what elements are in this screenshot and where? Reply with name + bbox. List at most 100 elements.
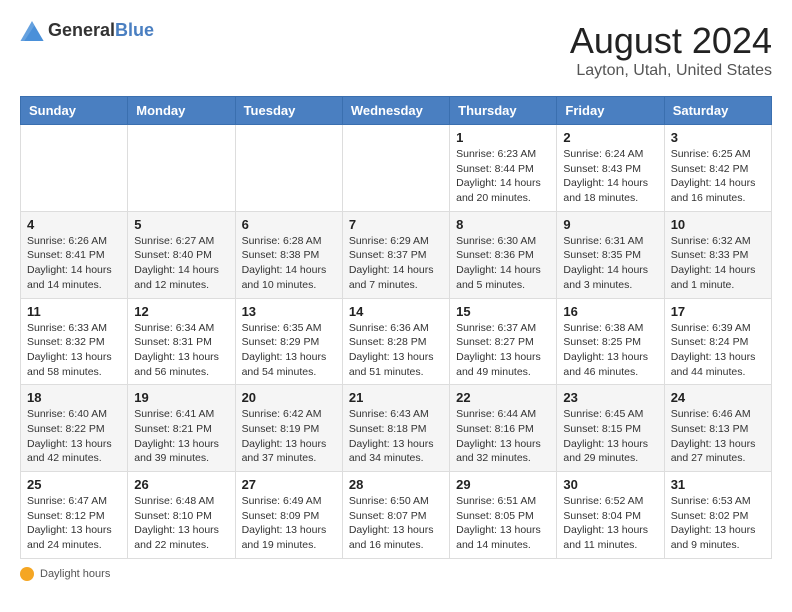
day-info: Sunrise: 6:32 AM Sunset: 8:33 PM Dayligh… bbox=[671, 234, 765, 293]
logo-general: General bbox=[48, 20, 115, 40]
day-info: Sunrise: 6:50 AM Sunset: 8:07 PM Dayligh… bbox=[349, 494, 443, 553]
calendar-day-cell: 13 Sunrise: 6:35 AM Sunset: 8:29 PM Dayli… bbox=[235, 298, 342, 385]
calendar-day-cell bbox=[21, 125, 128, 212]
calendar-day-cell: 3 Sunrise: 6:25 AM Sunset: 8:42 PM Daylig… bbox=[664, 125, 771, 212]
logo-blue: Blue bbox=[115, 20, 154, 40]
day-number: 4 bbox=[27, 217, 121, 232]
day-info: Sunrise: 6:49 AM Sunset: 8:09 PM Dayligh… bbox=[242, 494, 336, 553]
calendar-day-cell: 8Sunrise: 6:30 AM Sunset: 8:36 PM Daylig… bbox=[450, 211, 557, 298]
calendar-week-row: 1 Sunrise: 6:23 AM Sunset: 8:44 PM Daylig… bbox=[21, 125, 772, 212]
day-number: 23 bbox=[563, 390, 657, 405]
day-number: 14 bbox=[349, 304, 443, 319]
logo: GeneralBlue bbox=[20, 20, 154, 41]
day-number: 20 bbox=[242, 390, 336, 405]
calendar-day-cell bbox=[128, 125, 235, 212]
column-header-friday: Friday bbox=[557, 97, 664, 125]
calendar-day-cell: 6 Sunrise: 6:28 AM Sunset: 8:38 PM Daylig… bbox=[235, 211, 342, 298]
day-number: 17 bbox=[671, 304, 765, 319]
day-number: 6 bbox=[242, 217, 336, 232]
calendar-day-cell: 31Sunrise: 6:53 AM Sunset: 8:02 PM Dayli… bbox=[664, 472, 771, 559]
day-info: Sunrise: 6:30 AM Sunset: 8:36 PM Dayligh… bbox=[456, 234, 550, 293]
calendar-day-cell: 10 Sunrise: 6:32 AM Sunset: 8:33 PM Dayli… bbox=[664, 211, 771, 298]
calendar-day-cell: 11 Sunrise: 6:33 AM Sunset: 8:32 PM Dayli… bbox=[21, 298, 128, 385]
calendar-day-cell: 20 Sunrise: 6:42 AM Sunset: 8:19 PM Dayli… bbox=[235, 385, 342, 472]
day-number: 5 bbox=[134, 217, 228, 232]
day-info: Sunrise: 6:36 AM Sunset: 8:28 PM Dayligh… bbox=[349, 321, 443, 380]
column-header-monday: Monday bbox=[128, 97, 235, 125]
calendar-day-cell bbox=[235, 125, 342, 212]
title-section: August 2024 Layton, Utah, United States bbox=[570, 20, 772, 80]
day-number: 22 bbox=[456, 390, 550, 405]
calendar-day-cell: 22 Sunrise: 6:44 AM Sunset: 8:16 PM Dayli… bbox=[450, 385, 557, 472]
day-info: Sunrise: 6:25 AM Sunset: 8:42 PM Dayligh… bbox=[671, 147, 765, 206]
day-number: 29 bbox=[456, 477, 550, 492]
day-info: Sunrise: 6:41 AM Sunset: 8:21 PM Dayligh… bbox=[134, 407, 228, 466]
day-number: 11 bbox=[27, 304, 121, 319]
calendar-week-row: 18 Sunrise: 6:40 AM Sunset: 8:22 PM Dayli… bbox=[21, 385, 772, 472]
day-info: Sunrise: 6:35 AM Sunset: 8:29 PM Dayligh… bbox=[242, 321, 336, 380]
calendar-table: SundayMondayTuesdayWednesdayThursdayFrid… bbox=[20, 96, 772, 559]
day-number: 19 bbox=[134, 390, 228, 405]
calendar-day-cell: 16 Sunrise: 6:38 AM Sunset: 8:25 PM Dayli… bbox=[557, 298, 664, 385]
logo-icon bbox=[20, 21, 44, 41]
daylight-label: Daylight hours bbox=[40, 568, 110, 580]
day-number: 1 bbox=[456, 130, 550, 145]
day-info: Sunrise: 6:37 AM Sunset: 8:27 PM Dayligh… bbox=[456, 321, 550, 380]
day-number: 13 bbox=[242, 304, 336, 319]
calendar-day-cell: 9 Sunrise: 6:31 AM Sunset: 8:35 PM Daylig… bbox=[557, 211, 664, 298]
calendar-day-cell: 28 Sunrise: 6:50 AM Sunset: 8:07 PM Dayli… bbox=[342, 472, 449, 559]
calendar-day-cell: 21Sunrise: 6:43 AM Sunset: 8:18 PM Dayli… bbox=[342, 385, 449, 472]
calendar-day-cell: 1 Sunrise: 6:23 AM Sunset: 8:44 PM Daylig… bbox=[450, 125, 557, 212]
calendar-day-cell: 7Sunrise: 6:29 AM Sunset: 8:37 PM Daylig… bbox=[342, 211, 449, 298]
day-info: Sunrise: 6:34 AM Sunset: 8:31 PM Dayligh… bbox=[134, 321, 228, 380]
calendar-week-row: 11 Sunrise: 6:33 AM Sunset: 8:32 PM Dayli… bbox=[21, 298, 772, 385]
day-info: Sunrise: 6:43 AM Sunset: 8:18 PM Dayligh… bbox=[349, 407, 443, 466]
day-info: Sunrise: 6:23 AM Sunset: 8:44 PM Dayligh… bbox=[456, 147, 550, 206]
calendar-day-cell: 17 Sunrise: 6:39 AM Sunset: 8:24 PM Dayli… bbox=[664, 298, 771, 385]
calendar-day-cell: 26Sunrise: 6:48 AM Sunset: 8:10 PM Dayli… bbox=[128, 472, 235, 559]
day-number: 7 bbox=[349, 217, 443, 232]
calendar-week-row: 25Sunrise: 6:47 AM Sunset: 8:12 PM Dayli… bbox=[21, 472, 772, 559]
day-number: 10 bbox=[671, 217, 765, 232]
day-info: Sunrise: 6:28 AM Sunset: 8:38 PM Dayligh… bbox=[242, 234, 336, 293]
day-info: Sunrise: 6:33 AM Sunset: 8:32 PM Dayligh… bbox=[27, 321, 121, 380]
day-number: 25 bbox=[27, 477, 121, 492]
day-number: 28 bbox=[349, 477, 443, 492]
day-info: Sunrise: 6:45 AM Sunset: 8:15 PM Dayligh… bbox=[563, 407, 657, 466]
calendar-day-cell: 27 Sunrise: 6:49 AM Sunset: 8:09 PM Dayli… bbox=[235, 472, 342, 559]
location-subtitle: Layton, Utah, United States bbox=[570, 62, 772, 80]
day-info: Sunrise: 6:44 AM Sunset: 8:16 PM Dayligh… bbox=[456, 407, 550, 466]
day-number: 27 bbox=[242, 477, 336, 492]
day-info: Sunrise: 6:26 AM Sunset: 8:41 PM Dayligh… bbox=[27, 234, 121, 293]
calendar-day-cell: 18 Sunrise: 6:40 AM Sunset: 8:22 PM Dayli… bbox=[21, 385, 128, 472]
calendar-day-cell: 29 Sunrise: 6:51 AM Sunset: 8:05 PM Dayli… bbox=[450, 472, 557, 559]
calendar-day-cell bbox=[342, 125, 449, 212]
calendar-day-cell: 24 Sunrise: 6:46 AM Sunset: 8:13 PM Dayli… bbox=[664, 385, 771, 472]
day-number: 24 bbox=[671, 390, 765, 405]
day-info: Sunrise: 6:31 AM Sunset: 8:35 PM Dayligh… bbox=[563, 234, 657, 293]
calendar-day-cell: 15Sunrise: 6:37 AM Sunset: 8:27 PM Dayli… bbox=[450, 298, 557, 385]
day-number: 12 bbox=[134, 304, 228, 319]
day-info: Sunrise: 6:42 AM Sunset: 8:19 PM Dayligh… bbox=[242, 407, 336, 466]
day-number: 3 bbox=[671, 130, 765, 145]
day-info: Sunrise: 6:46 AM Sunset: 8:13 PM Dayligh… bbox=[671, 407, 765, 466]
column-header-thursday: Thursday bbox=[450, 97, 557, 125]
day-info: Sunrise: 6:40 AM Sunset: 8:22 PM Dayligh… bbox=[27, 407, 121, 466]
calendar-day-cell: 14 Sunrise: 6:36 AM Sunset: 8:28 PM Dayli… bbox=[342, 298, 449, 385]
calendar-day-cell: 25Sunrise: 6:47 AM Sunset: 8:12 PM Dayli… bbox=[21, 472, 128, 559]
day-info: Sunrise: 6:24 AM Sunset: 8:43 PM Dayligh… bbox=[563, 147, 657, 206]
day-number: 2 bbox=[563, 130, 657, 145]
day-info: Sunrise: 6:39 AM Sunset: 8:24 PM Dayligh… bbox=[671, 321, 765, 380]
day-info: Sunrise: 6:51 AM Sunset: 8:05 PM Dayligh… bbox=[456, 494, 550, 553]
day-info: Sunrise: 6:38 AM Sunset: 8:25 PM Dayligh… bbox=[563, 321, 657, 380]
column-header-wednesday: Wednesday bbox=[342, 97, 449, 125]
calendar-header-row: SundayMondayTuesdayWednesdayThursdayFrid… bbox=[21, 97, 772, 125]
day-number: 9 bbox=[563, 217, 657, 232]
page-header: GeneralBlue August 2024 Layton, Utah, Un… bbox=[20, 20, 772, 80]
day-number: 18 bbox=[27, 390, 121, 405]
calendar-day-cell: 5Sunrise: 6:27 AM Sunset: 8:40 PM Daylig… bbox=[128, 211, 235, 298]
calendar-day-cell: 4 Sunrise: 6:26 AM Sunset: 8:41 PM Daylig… bbox=[21, 211, 128, 298]
day-info: Sunrise: 6:48 AM Sunset: 8:10 PM Dayligh… bbox=[134, 494, 228, 553]
day-number: 16 bbox=[563, 304, 657, 319]
calendar-day-cell: 23 Sunrise: 6:45 AM Sunset: 8:15 PM Dayli… bbox=[557, 385, 664, 472]
